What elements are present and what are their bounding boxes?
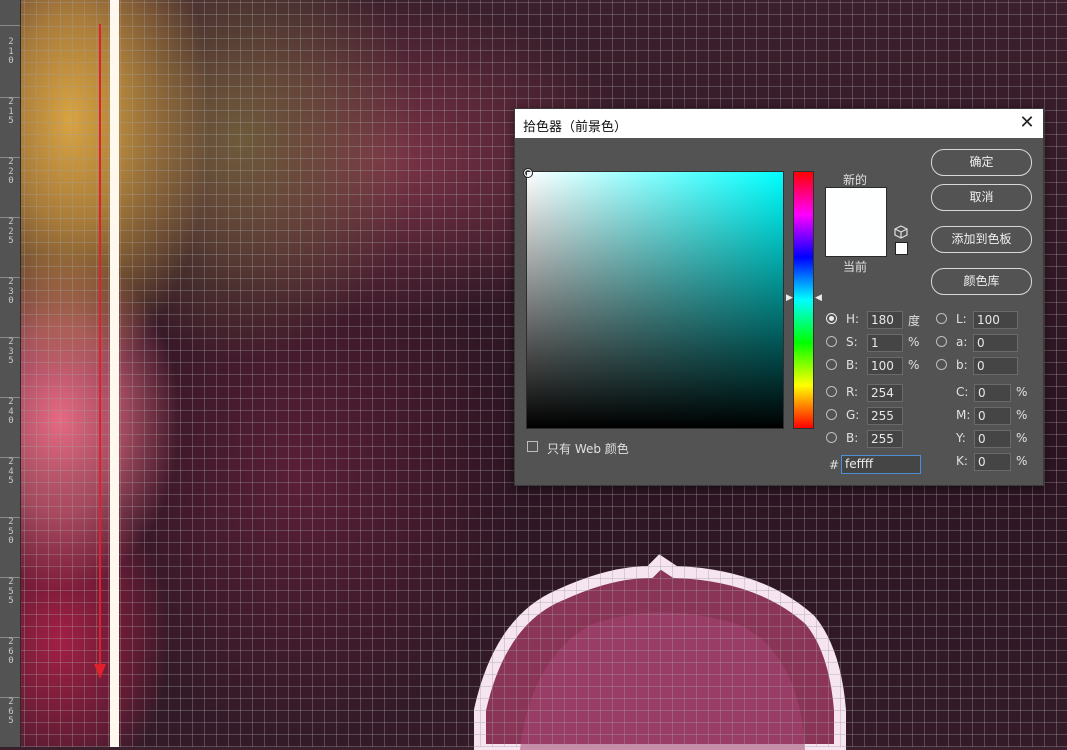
lab-b-row: b: 0: [936, 357, 1026, 375]
red-arrow-annotation: [94, 24, 106, 679]
lab-b-radio[interactable]: [936, 359, 947, 370]
new-color-label: 新的: [842, 173, 867, 187]
hue-unit: 度: [908, 314, 921, 328]
saturation-radio[interactable]: [826, 336, 837, 347]
lab-a-row: a: 0: [936, 334, 1026, 352]
red-input[interactable]: 254: [867, 384, 903, 402]
yellow-label: Y:: [956, 431, 966, 445]
brightness-unit: %: [908, 358, 920, 372]
cyan-unit: %: [1016, 385, 1028, 399]
ruler-label: 210: [8, 37, 14, 66]
web-only-checkbox[interactable]: [527, 441, 538, 452]
lab-a-input[interactable]: 0: [973, 334, 1018, 352]
black-input[interactable]: 0: [974, 453, 1011, 471]
web-safe-swatch[interactable]: [895, 242, 908, 255]
saturation-brightness-field[interactable]: [523, 168, 784, 429]
web-safe-cube-icon[interactable]: [894, 225, 908, 239]
red-label: R:: [846, 385, 859, 399]
brightness-radio[interactable]: [826, 359, 837, 370]
magenta-unit: %: [1016, 408, 1028, 422]
cancel-button[interactable]: 取消: [931, 184, 1032, 211]
ruler-tick: [0, 25, 20, 26]
ruler-label: 235: [8, 337, 14, 366]
yellow-row: Y: 0 %: [956, 430, 1036, 448]
color-libraries-button[interactable]: 颜色库: [931, 268, 1032, 295]
ruler-label: 250: [8, 517, 14, 546]
dialog-titlebar[interactable]: 拾色器（前景色） ✕: [515, 109, 1043, 138]
black-row: K: 0 %: [956, 453, 1036, 471]
cyan-row: C: 0 %: [956, 384, 1036, 402]
hex-prefix: #: [829, 458, 840, 472]
brightness-row: B: 100 %: [826, 357, 926, 375]
hue-slider-handle-left-icon[interactable]: ▶: [786, 293, 793, 303]
color-picker-dialog: 拾色器（前景色） ✕ ▶ ◀ 新的 当前 确定 取消 添加到色板 颜色库 H: …: [514, 108, 1044, 486]
vertical-ruler: 210 215 220 225 230 235 240 245 250 255 …: [0, 0, 21, 747]
green-label: G:: [846, 408, 860, 422]
lab-b-input[interactable]: 0: [973, 357, 1018, 375]
lab-a-label: a:: [956, 335, 968, 349]
saturation-label: S:: [846, 335, 858, 349]
brightness-input[interactable]: 100: [867, 357, 903, 375]
white-stripe: [110, 0, 119, 747]
current-color-swatch[interactable]: [825, 221, 887, 257]
ruler-label: 230: [8, 277, 14, 306]
current-color-label: 当前: [842, 260, 867, 274]
hue-input[interactable]: 180: [867, 311, 903, 329]
hue-label: H:: [846, 312, 860, 326]
ruler-label: 245: [8, 457, 14, 486]
ruler-label: 260: [8, 637, 14, 666]
lab-l-row: L: 100: [936, 311, 1026, 329]
black-unit: %: [1016, 454, 1028, 468]
black-label: K:: [956, 454, 968, 468]
red-row: R: 254: [826, 384, 926, 402]
red-radio[interactable]: [826, 386, 837, 397]
yellow-unit: %: [1016, 431, 1028, 445]
saturation-input[interactable]: 1: [867, 334, 903, 352]
web-only-label: 只有 Web 颜色: [547, 442, 629, 456]
blue-radio[interactable]: [826, 432, 837, 443]
hex-input[interactable]: feffff: [841, 455, 921, 474]
hue-slider[interactable]: [793, 171, 814, 429]
blue-input[interactable]: 255: [867, 430, 903, 448]
ruler-label: 220: [8, 157, 14, 186]
green-row: G: 255: [826, 407, 926, 425]
saturation-row: S: 1 %: [826, 334, 926, 352]
blue-label: B:: [846, 431, 859, 445]
close-icon[interactable]: ✕: [1017, 113, 1037, 133]
color-marker[interactable]: [523, 168, 533, 178]
magenta-label: M:: [956, 408, 971, 422]
add-to-swatches-button[interactable]: 添加到色板: [931, 226, 1032, 253]
yellow-input[interactable]: 0: [974, 430, 1011, 448]
cyan-input[interactable]: 0: [974, 384, 1011, 402]
ruler-label: 225: [8, 217, 14, 246]
lab-l-label: L:: [956, 312, 967, 326]
brightness-label: B:: [846, 358, 859, 372]
magenta-row: M: 0 %: [956, 407, 1036, 425]
green-radio[interactable]: [826, 409, 837, 420]
lab-l-radio[interactable]: [936, 313, 947, 324]
new-color-swatch: [825, 187, 887, 222]
ruler-label: 255: [8, 577, 14, 606]
ruler-label: 240: [8, 397, 14, 426]
ok-button[interactable]: 确定: [931, 149, 1032, 176]
saturation-unit: %: [908, 335, 920, 349]
lab-b-label: b:: [956, 358, 968, 372]
magenta-input[interactable]: 0: [974, 407, 1011, 425]
lab-a-radio[interactable]: [936, 336, 947, 347]
blue-row: B: 255: [826, 430, 926, 448]
dialog-title: 拾色器（前景色）: [523, 120, 628, 135]
hue-slider-handle-right-icon[interactable]: ◀: [815, 293, 822, 303]
lab-l-input[interactable]: 100: [973, 311, 1018, 329]
ruler-label: 265: [8, 697, 14, 726]
hue-row: H: 180 度: [826, 311, 926, 329]
cyan-label: C:: [956, 385, 969, 399]
green-input[interactable]: 255: [867, 407, 903, 425]
ruler-label: 215: [8, 97, 14, 126]
hue-radio[interactable]: [826, 313, 837, 324]
